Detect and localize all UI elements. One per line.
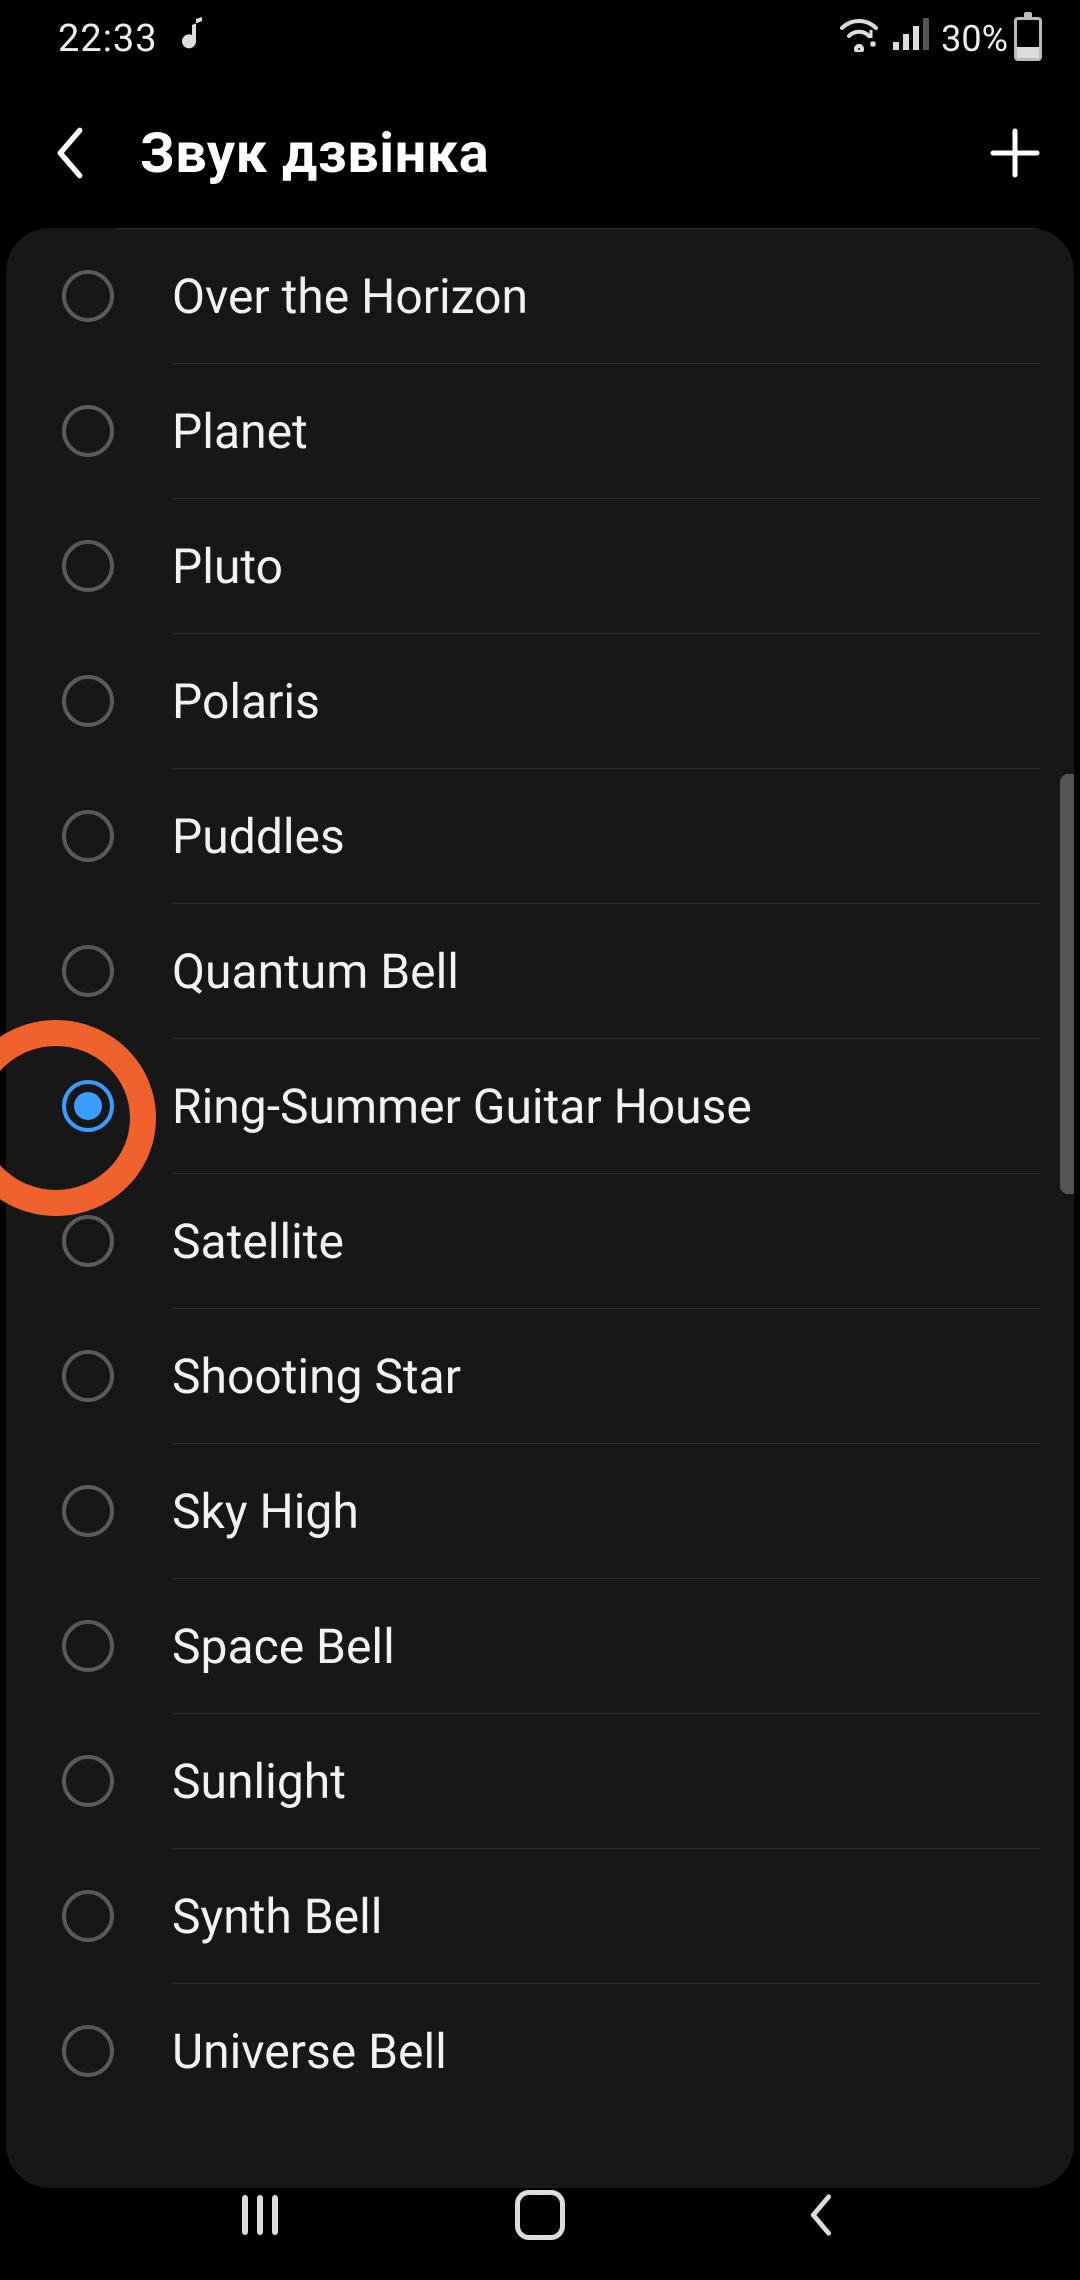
ringtone-label: Sky High <box>172 1483 1074 1540</box>
ringtone-row[interactable]: Planet <box>62 364 1074 498</box>
plus-icon <box>989 127 1041 179</box>
radio-button[interactable] <box>62 675 114 727</box>
radio-button[interactable] <box>62 945 114 997</box>
radio-button[interactable] <box>62 540 114 592</box>
ringtone-row[interactable]: Synth Bell <box>62 1849 1074 1983</box>
app-bar: Звук дзвінка <box>0 78 1080 228</box>
page-title: Звук дзвінка <box>140 120 940 186</box>
ringtone-row[interactable]: Over the Horizon <box>62 229 1074 363</box>
ringtone-label: Ring-Summer Guitar House <box>172 1078 1074 1135</box>
radio-button[interactable] <box>62 405 114 457</box>
radio-button[interactable] <box>62 1080 114 1132</box>
ringtone-row[interactable]: Puddles <box>62 769 1074 903</box>
ringtone-row[interactable]: Space Bell <box>62 1579 1074 1713</box>
wifi-icon <box>837 16 881 62</box>
ringtone-label: Puddles <box>172 808 1074 865</box>
radio-button[interactable] <box>62 810 114 862</box>
radio-button[interactable] <box>62 1755 114 1807</box>
status-right: 30% <box>837 16 1042 62</box>
chevron-left-icon <box>804 2191 836 2239</box>
radio-button[interactable] <box>62 2025 114 2077</box>
battery-indicator: 30% <box>941 17 1042 61</box>
status-left: 22:33 <box>58 15 208 63</box>
ringtone-list[interactable]: Over the Horizon Planet Pluto Polaris Puddle… <box>6 229 1074 2118</box>
ringtone-row[interactable]: Quantum Bell <box>62 904 1074 1038</box>
ringtone-label: Planet <box>172 403 1074 460</box>
ringtone-row[interactable]: Shooting Star <box>62 1309 1074 1443</box>
back-button[interactable] <box>40 123 100 183</box>
radio-button[interactable] <box>62 1215 114 1267</box>
ringtone-label: Polaris <box>172 673 1074 730</box>
status-time: 22:33 <box>58 17 158 61</box>
recent-apps-icon <box>239 2194 281 2236</box>
ringtone-label: Quantum Bell <box>172 943 1074 1000</box>
chevron-left-icon <box>53 126 87 180</box>
radio-button[interactable] <box>62 1620 114 1672</box>
radio-button[interactable] <box>62 1485 114 1537</box>
ringtone-list-card: Over the Horizon Planet Pluto Polaris Puddle… <box>6 228 1074 2188</box>
ringtone-label: Synth Bell <box>172 1888 1074 1945</box>
battery-percent: 30% <box>941 18 1008 60</box>
radio-button[interactable] <box>62 1350 114 1402</box>
radio-button[interactable] <box>62 270 114 322</box>
battery-icon <box>1014 17 1042 61</box>
ringtone-label: Universe Bell <box>172 2023 1074 2080</box>
nav-home-button[interactable] <box>490 2180 590 2250</box>
ringtone-row[interactable]: Pluto <box>62 499 1074 633</box>
nav-recent-button[interactable] <box>210 2180 310 2250</box>
ringtone-row[interactable]: Satellite <box>62 1174 1074 1308</box>
radio-button[interactable] <box>62 1890 114 1942</box>
home-icon <box>515 2190 565 2240</box>
ringtone-row[interactable]: Sky High <box>62 1444 1074 1578</box>
ringtone-label: Satellite <box>172 1213 1074 1270</box>
add-button[interactable] <box>980 118 1050 188</box>
ringtone-label: Sunlight <box>172 1753 1074 1810</box>
status-bar: 22:33 30% <box>0 0 1080 78</box>
signal-icon <box>891 16 931 62</box>
ringtone-label: Space Bell <box>172 1618 1074 1675</box>
ringtone-row[interactable]: Ring-Summer Guitar House <box>62 1039 1074 1173</box>
nav-back-button[interactable] <box>770 2180 870 2250</box>
ringtone-row[interactable]: Polaris <box>62 634 1074 768</box>
ringtone-label: Shooting Star <box>172 1348 1074 1405</box>
ringtone-row[interactable]: Sunlight <box>62 1714 1074 1848</box>
music-note-icon <box>178 15 208 63</box>
ringtone-label: Over the Horizon <box>172 268 1074 325</box>
ringtone-row[interactable]: Universe Bell <box>62 1984 1074 2118</box>
scrollbar-thumb[interactable] <box>1060 774 1074 1194</box>
ringtone-label: Pluto <box>172 538 1074 595</box>
system-nav-bar <box>0 2150 1080 2280</box>
